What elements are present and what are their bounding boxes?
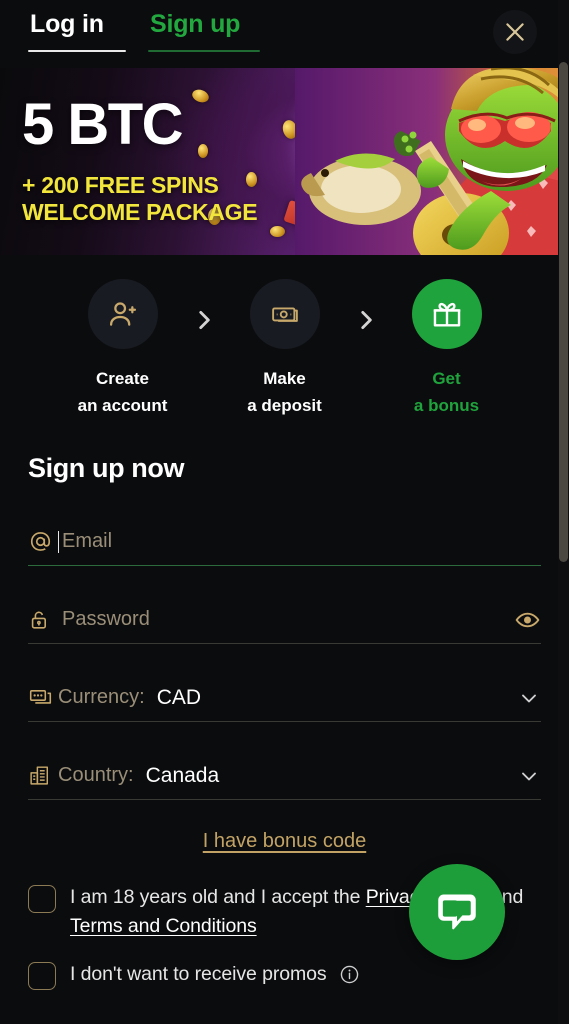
banknotes-icon <box>28 685 58 710</box>
step-get-bonus-circle <box>411 279 482 349</box>
country-select[interactable]: Country: Canada <box>28 752 541 801</box>
country-label: Country: <box>58 764 134 787</box>
consent-text-before: I am 18 years old and I accept the <box>70 886 366 909</box>
tab-login-label: Log in <box>30 10 104 38</box>
tab-signup-underline <box>148 50 260 52</box>
step-create-account: Create an account <box>59 279 187 419</box>
currency-value: CAD <box>156 685 202 709</box>
step-get-bonus-line1: Get <box>432 369 461 388</box>
info-circle-icon[interactable] <box>339 964 360 985</box>
person-add-icon <box>109 302 136 326</box>
promos-row: I don't want to receive promos <box>28 960 541 990</box>
banner-subheadline: + 200 FREE SPINS WELCOME PACKAGE <box>22 172 258 226</box>
promos-text: I don't want to receive promos <box>70 962 327 985</box>
promos-checkbox[interactable] <box>28 961 56 990</box>
frog-character-illustration <box>295 68 569 255</box>
step-get-bonus-label: Get a bonus <box>383 365 511 419</box>
currency-label: Currency: <box>58 686 145 709</box>
step-make-deposit-line2: a deposit <box>247 396 322 416</box>
close-button[interactable] <box>493 10 537 54</box>
banner-sub-line1: + 200 FREE SPINS <box>22 172 219 198</box>
signup-steps: Create an account Make a deposit Get a b… <box>0 255 569 426</box>
page-scrollbar-thumb[interactable] <box>559 62 568 562</box>
banknote-icon <box>271 307 298 322</box>
step-create-account-label: Create an account <box>59 365 187 419</box>
password-field[interactable]: Password <box>28 596 541 645</box>
promo-banner[interactable]: 5 BTC + 200 FREE SPINS WELCOME PACKAGE <box>0 68 569 255</box>
banner-headline: 5 BTC <box>22 92 184 157</box>
signup-modal: Log in Sign up 5 BTC + 200 FREE SPINS WE… <box>0 0 569 1024</box>
consent-checkbox[interactable] <box>28 885 56 914</box>
currency-select[interactable]: Currency: CAD <box>28 674 541 723</box>
step-get-bonus: Get a bonus <box>383 279 511 419</box>
tab-login[interactable]: Log in <box>30 10 104 45</box>
banner-sub-line2: WELCOME PACKAGE <box>22 198 258 225</box>
step-separator-1 <box>187 307 221 333</box>
gift-icon <box>433 302 460 327</box>
page-title: Sign up now <box>28 453 185 484</box>
currency-dropdown-arrow[interactable] <box>517 686 541 710</box>
eye-icon <box>515 612 540 628</box>
email-text-caret <box>58 530 59 553</box>
lock-icon <box>28 608 58 632</box>
step-separator-2 <box>349 307 383 333</box>
step-make-deposit: Make a deposit <box>221 279 349 419</box>
step-create-account-line2: an account <box>77 396 168 416</box>
tab-login-underline <box>28 50 126 52</box>
chevron-right-icon <box>198 311 210 329</box>
step-make-deposit-circle <box>249 279 320 349</box>
password-visibility-toggle[interactable] <box>514 606 541 633</box>
step-create-account-line1: Create <box>96 369 149 388</box>
bonus-code-link[interactable]: I have bonus code <box>203 830 366 852</box>
modal-tabbar: Log in Sign up <box>0 0 569 68</box>
country-value: Canada <box>145 763 220 787</box>
email-field[interactable]: Email <box>28 518 541 567</box>
building-icon <box>28 763 58 788</box>
tab-signup[interactable]: Sign up <box>150 10 240 45</box>
chat-bubble-icon <box>438 894 476 930</box>
promos-text-wrapper: I don't want to receive promos <box>70 960 360 988</box>
bonus-code-link-wrapper: I have bonus code <box>28 830 541 853</box>
email-placeholder: Email <box>62 530 113 553</box>
step-make-deposit-line1: Make <box>263 369 306 388</box>
at-sign-icon <box>28 529 58 554</box>
tab-signup-label: Sign up <box>150 10 241 38</box>
step-create-account-circle <box>87 279 158 349</box>
password-placeholder: Password <box>62 608 150 631</box>
terms-conditions-link[interactable]: Terms and Conditions <box>70 915 257 937</box>
chevron-down-icon <box>522 772 536 781</box>
chevron-right-icon <box>360 311 372 329</box>
live-chat-button[interactable] <box>409 864 505 960</box>
country-dropdown-arrow[interactable] <box>517 764 541 788</box>
banner-text-block: 5 BTC + 200 FREE SPINS WELCOME PACKAGE <box>22 92 258 226</box>
close-icon <box>506 23 524 41</box>
chevron-down-icon <box>522 694 536 703</box>
step-get-bonus-line2: a bonus <box>413 396 480 416</box>
step-make-deposit-label: Make a deposit <box>221 365 349 419</box>
